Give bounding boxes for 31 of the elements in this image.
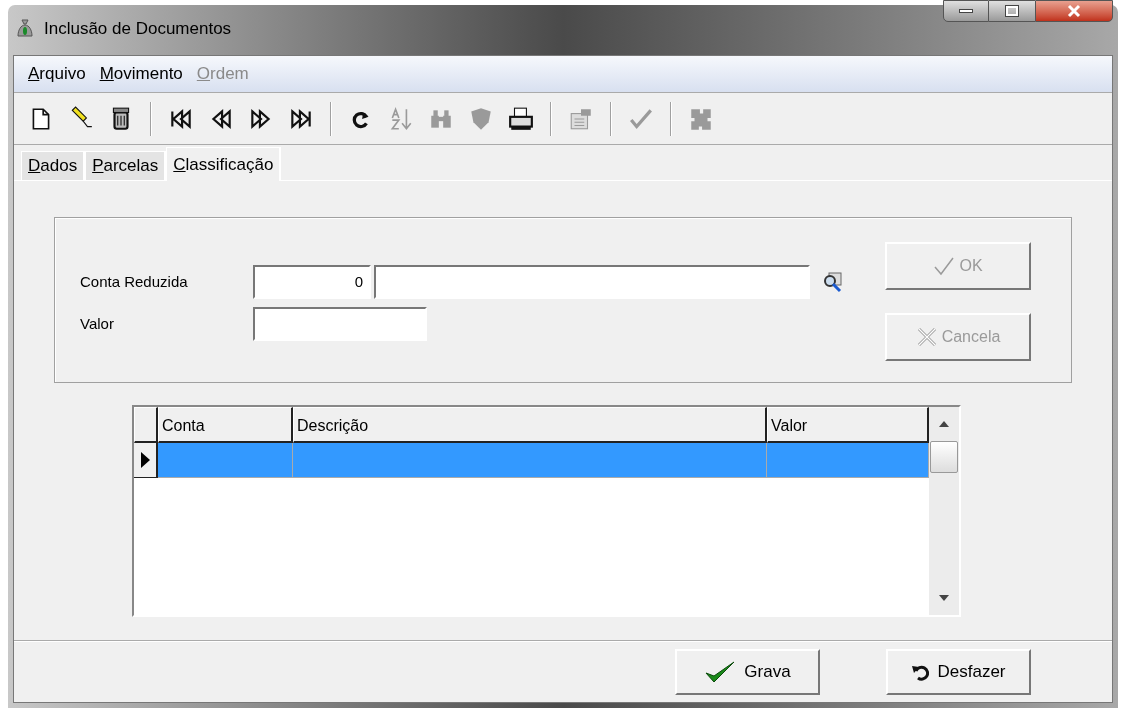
menu-item[interactable]: Movimento (97, 61, 185, 87)
close-icon (915, 327, 938, 347)
scrollbar[interactable] (929, 407, 959, 615)
money-bag-icon (14, 17, 36, 40)
account-description-field[interactable] (374, 265, 810, 299)
tab[interactable]: Parcelas (85, 151, 167, 180)
value-field[interactable] (253, 307, 427, 341)
check-icon (704, 659, 737, 684)
footer-button[interactable]: Desfazer (886, 648, 1031, 695)
scroll-thumb[interactable] (930, 441, 958, 473)
minimize-icon (959, 9, 973, 13)
maximize-button[interactable] (989, 0, 1035, 22)
tab[interactable]: Classificação (166, 147, 282, 181)
scroll-down-arrow-icon[interactable] (939, 595, 949, 601)
minimize-button[interactable] (943, 0, 989, 22)
table-row[interactable] (134, 443, 929, 478)
account-code-field[interactable]: 0 (253, 265, 371, 299)
field-label: Valor (80, 313, 115, 334)
row-pointer-icon (140, 452, 150, 468)
footer-button[interactable]: Grava (675, 648, 820, 695)
scroll-up-arrow-icon[interactable] (939, 421, 949, 427)
close-icon (1066, 4, 1082, 18)
window-title: Inclusão de Documentos (44, 18, 232, 40)
close-button[interactable] (1035, 0, 1113, 22)
field-label: Conta Reduzida (80, 271, 189, 292)
check-icon (933, 256, 956, 276)
maximize-icon (1006, 6, 1018, 16)
menu-item[interactable]: Arquivo (26, 61, 88, 87)
tab[interactable]: Dados (21, 151, 86, 180)
search-icon[interactable] (821, 271, 845, 293)
printer-icon[interactable] (508, 105, 534, 132)
